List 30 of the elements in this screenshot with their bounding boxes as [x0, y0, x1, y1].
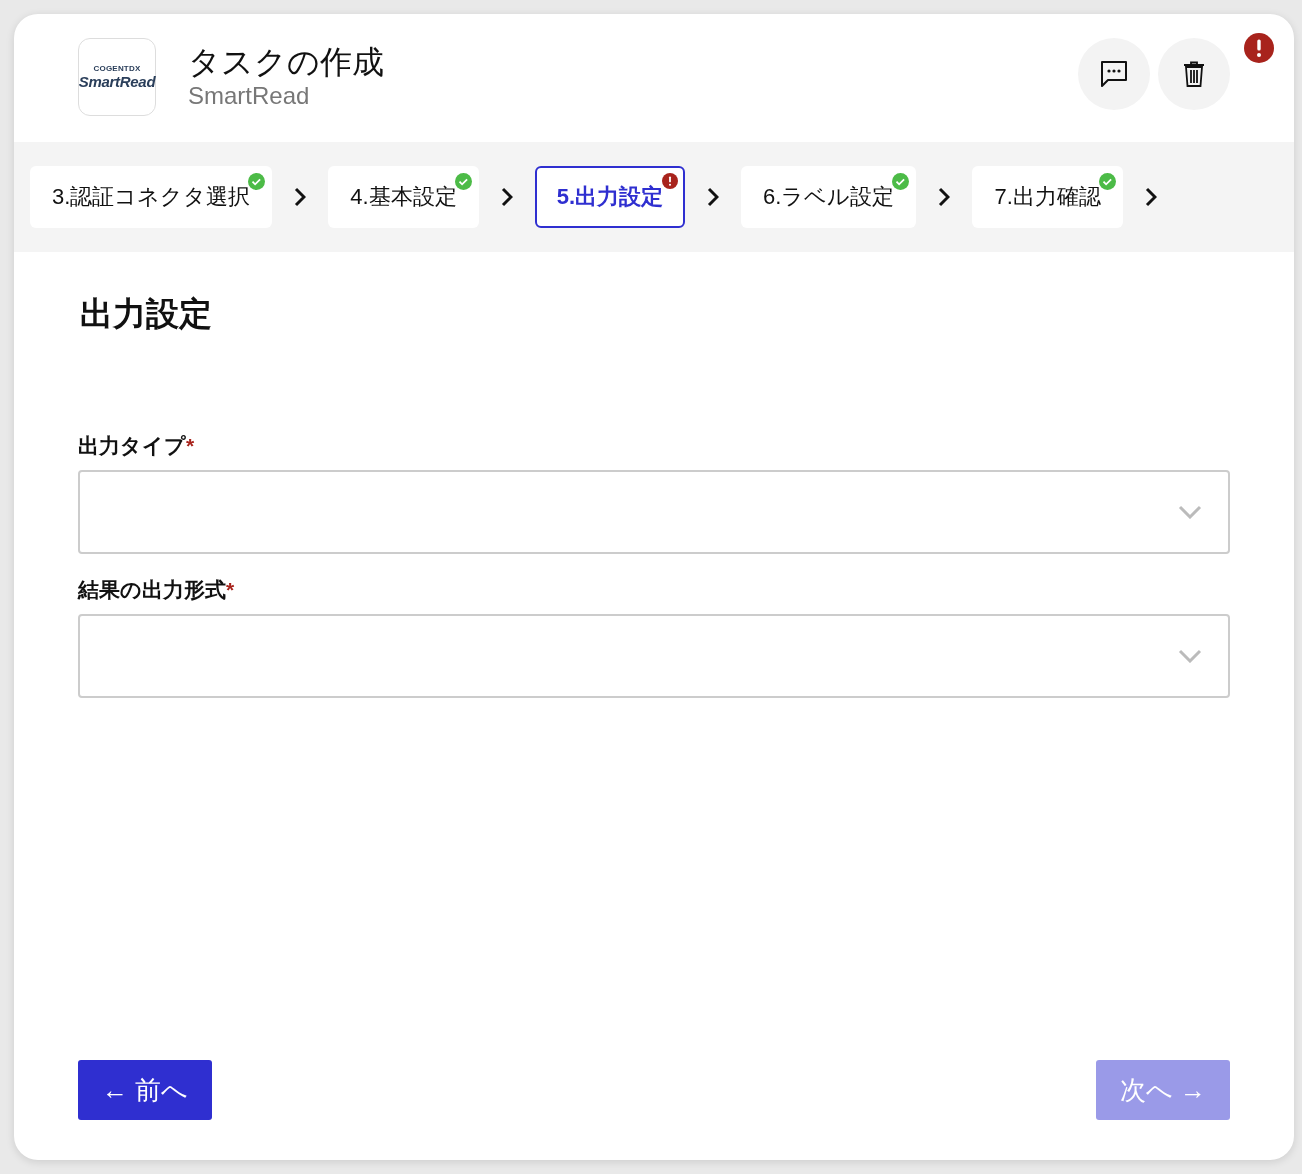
logo-wordmark: SmartRead [78, 73, 156, 90]
trash-icon [1183, 61, 1205, 87]
chevron-right-icon [707, 187, 720, 207]
dropdown-field[interactable] [78, 470, 1230, 554]
chevron-right-icon [1144, 187, 1157, 207]
step-tab[interactable]: 5.出力設定 [534, 166, 686, 228]
error-icon [662, 173, 679, 189]
check-icon [454, 173, 472, 190]
dropdown-field[interactable] [78, 614, 1230, 698]
chevron-right-icon [500, 187, 513, 207]
section-title: 出力設定 [80, 294, 213, 334]
step-tab[interactable]: 7.出力確認 [972, 166, 1123, 228]
logo-tagline: COGENTDX [93, 64, 141, 73]
step-tab[interactable]: 3.認証コネクタ選択 [30, 166, 273, 228]
required-mark: * [186, 434, 195, 458]
step-tab[interactable]: 4.基本設定 [328, 166, 479, 228]
field-label: 出力タイプ [78, 433, 186, 459]
page-title: タスクの作成 [188, 43, 384, 82]
chevron-right-icon [938, 187, 951, 207]
previous-button[interactable]: ← 前へ [78, 1060, 213, 1120]
chevron-right-icon [294, 187, 307, 207]
field-label: 結果の出力形式 [78, 577, 226, 603]
check-icon [248, 173, 266, 190]
required-mark: * [226, 578, 235, 602]
page-subtitle: SmartRead [188, 82, 311, 110]
step-tab[interactable]: 6.ラベル設定 [741, 166, 917, 228]
chevron-down-icon [1178, 505, 1202, 519]
comment-icon [1099, 60, 1129, 88]
check-icon [892, 173, 910, 190]
chevron-down-icon [1178, 649, 1202, 663]
